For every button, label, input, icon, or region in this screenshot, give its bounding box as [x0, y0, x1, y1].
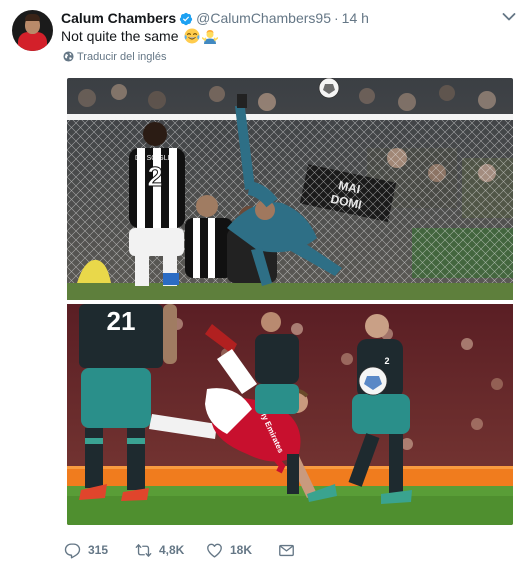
reply-icon	[64, 542, 81, 558]
tweet-header: Calum Chambers @CalumChambers95 · 14 h	[61, 9, 369, 27]
retweet-button[interactable]: 4,8K	[135, 540, 184, 560]
translate-label: Traducir del inglés	[77, 51, 167, 63]
avatar[interactable]	[12, 10, 53, 51]
separator-dot: ·	[333, 10, 339, 26]
avatar-shirt	[18, 32, 47, 51]
reply-count: 315	[88, 542, 109, 557]
svg-text:2: 2	[384, 356, 389, 366]
face-with-tears-of-joy-icon	[184, 28, 200, 44]
media-grid[interactable]: MAI DOMI 2 DE SCIG	[67, 78, 513, 525]
translate-link[interactable]: Traducir del inglés	[63, 50, 166, 64]
svg-text:DE SCIGLIO: DE SCIGLIO	[135, 155, 176, 162]
reply-button[interactable]: 315	[64, 540, 108, 560]
svg-text:2: 2	[147, 161, 163, 192]
retweet-icon	[135, 543, 152, 557]
avatar-hair	[25, 14, 40, 21]
direct-message-button[interactable]	[278, 540, 295, 560]
envelope-icon	[279, 544, 294, 556]
verified-badge-icon	[180, 12, 193, 26]
tweet-card: Calum Chambers @CalumChambers95 · 14 h Not …	[0, 0, 528, 563]
tweet-text-content: Not quite the same	[61, 28, 179, 44]
heart-icon	[207, 543, 222, 558]
photo-bicycle-kick-arsenal[interactable]: 21 Fly Emirates 2	[67, 304, 513, 525]
chevron-down-icon[interactable]	[502, 12, 516, 22]
retweet-count: 4,8K	[159, 542, 185, 557]
globe-icon	[63, 51, 74, 62]
user-handle[interactable]: @CalumChambers95	[196, 10, 331, 26]
svg-text:21: 21	[107, 306, 136, 336]
tweet-text: Not quite the same	[61, 27, 219, 45]
like-count: 18K	[230, 542, 253, 557]
timestamp[interactable]: 14 h	[342, 10, 369, 26]
like-button[interactable]: 18K	[206, 540, 252, 560]
man-shrugging-icon	[202, 30, 219, 44]
photo-bicycle-kick-juventus[interactable]: MAI DOMI 2 DE SCIG	[67, 78, 513, 300]
display-name[interactable]: Calum Chambers	[61, 10, 176, 26]
